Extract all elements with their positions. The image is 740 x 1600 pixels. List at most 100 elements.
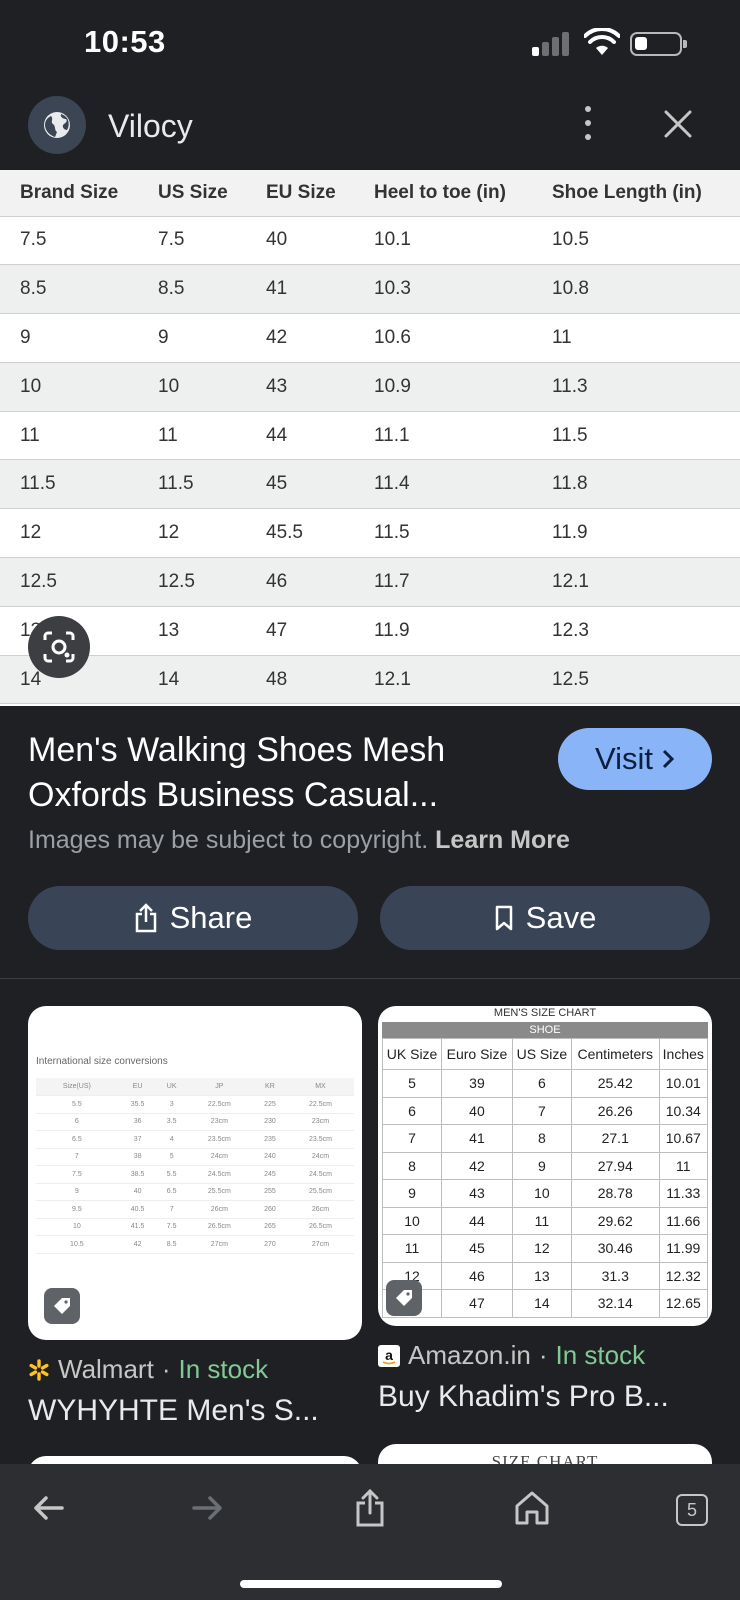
table-cell: 10	[0, 362, 138, 412]
column-header: KR	[252, 1078, 287, 1096]
table-cell: 10.1	[354, 216, 532, 266]
table-cell: 12.5	[532, 655, 740, 705]
table-row: 9 9 42 10.6 11	[0, 313, 740, 363]
table-row: 7.5 38.5 5.5 24.5cm 245 24.5cm	[36, 1165, 354, 1184]
table-cell: 10.8	[532, 264, 740, 315]
table-cell: 46	[246, 557, 354, 607]
table-cell: 9	[511, 1151, 572, 1180]
table-cell: 7	[511, 1096, 572, 1125]
walmart-logo-icon	[29, 1358, 49, 1381]
table-cell: 9	[36, 1183, 118, 1201]
table-row: 7 41 8 27.1 10.67	[381, 1124, 709, 1153]
back-arrow-icon[interactable]	[26, 1486, 70, 1530]
table-cell: 225	[252, 1095, 287, 1114]
related-result-thumbnail[interactable]: International size conversions Size(US) E…	[28, 1006, 362, 1340]
site-name: Vilocy	[108, 108, 193, 144]
table-cell: 10.5	[36, 1235, 118, 1254]
table-cell: 41.5	[117, 1218, 158, 1236]
cellular-signal-icon	[532, 32, 572, 56]
bookmark-icon	[495, 905, 512, 931]
table-cell: 48	[246, 655, 354, 705]
table-row: 10 44 11 29.62 11.66	[381, 1206, 709, 1235]
forward-arrow-icon[interactable]	[186, 1486, 230, 1530]
table-cell: 10.6	[354, 313, 532, 363]
result-source: Walmart · In stock	[28, 1354, 268, 1385]
close-icon[interactable]	[662, 108, 694, 140]
share-icon[interactable]	[348, 1486, 392, 1530]
learn-more-link[interactable]: Learn More	[435, 826, 570, 854]
globe-icon	[28, 96, 86, 154]
table-cell: 6	[36, 1113, 118, 1131]
product-tag-icon	[386, 1280, 422, 1316]
table-row: 12.5 12.5 46 11.7 12.1	[0, 557, 740, 607]
table-cell: 10.34	[658, 1096, 709, 1125]
related-result-title[interactable]: Buy Khadim's Pro B...	[378, 1380, 669, 1414]
result-title[interactable]: Men's Walking Shoes Mesh Oxfords Busines…	[28, 728, 528, 818]
table-cell: 8.5	[0, 264, 138, 315]
table-cell: 40	[441, 1096, 513, 1125]
column-header: MX	[286, 1078, 354, 1096]
divider	[0, 978, 740, 979]
related-result-thumbnail[interactable]: MEN'S SIZE CHART SHOE UK Size Euro Size US…	[378, 1006, 712, 1326]
chevron-right-icon	[662, 749, 675, 769]
table-cell: 7.5	[36, 1165, 118, 1184]
column-header: Shoe Length (in)	[532, 170, 740, 217]
home-icon[interactable]	[510, 1486, 554, 1530]
table-cell: 9.5	[36, 1200, 118, 1219]
table-cell: 31.3	[570, 1261, 660, 1290]
table-row: 6 36 3.5 23cm 230 23cm	[36, 1113, 354, 1131]
preview-image[interactable]: Brand Size US Size EU Size Heel to toe (…	[0, 170, 740, 706]
table-cell: 14	[511, 1289, 572, 1318]
table-cell: 23cm	[185, 1113, 253, 1131]
related-result-title[interactable]: WYHYHTE Men's S...	[28, 1394, 319, 1428]
table-cell: 12.3	[532, 606, 740, 656]
table-cell: 9	[138, 313, 246, 363]
table-header-row: UK Size Euro Size US Size Centimeters Inches	[381, 1038, 709, 1070]
table-cell: 8	[381, 1151, 443, 1180]
share-button[interactable]: Share	[28, 886, 358, 950]
table-cell: 25.5cm	[286, 1183, 354, 1201]
result-source: a Amazon.in · In stock	[378, 1340, 645, 1371]
table-row: 5.5 35.5 3 22.5cm 225 22.5cm	[36, 1095, 354, 1114]
table-cell: 11	[532, 313, 740, 363]
table-header-row: Size(US) EU UK JP KR MX	[36, 1078, 354, 1096]
table-cell: 3.5	[157, 1113, 186, 1131]
table-cell: 26cm	[286, 1200, 354, 1219]
table-cell: 42	[117, 1235, 158, 1254]
table-cell: 26.5cm	[286, 1218, 354, 1236]
table-cell: 10.9	[354, 362, 532, 412]
column-header: EU Size	[246, 170, 354, 217]
table-row: 9 43 10 28.78 11.33	[381, 1179, 709, 1208]
home-indicator[interactable]	[240, 1580, 502, 1588]
table-cell: 10	[381, 1206, 443, 1235]
table-cell: 23.5cm	[286, 1130, 354, 1149]
save-button[interactable]: Save	[380, 886, 710, 950]
table-cell: 9	[381, 1179, 443, 1208]
save-label: Save	[525, 900, 597, 935]
copyright-notice: Images may be subject to copyright. Lear…	[28, 826, 570, 855]
table-cell: 6.5	[157, 1183, 186, 1201]
column-header: JP	[185, 1078, 253, 1096]
table-cell: 12	[0, 508, 138, 559]
table-row: 5 39 6 25.42 10.01	[381, 1069, 709, 1098]
table-cell: 11.5	[354, 508, 532, 559]
lens-search-icon[interactable]	[28, 616, 90, 678]
visit-button[interactable]: Visit	[558, 728, 712, 790]
table-cell: 23cm	[286, 1113, 354, 1131]
more-options-icon[interactable]	[582, 106, 594, 142]
table-row: 7 38 5 24cm 240 24cm	[36, 1148, 354, 1166]
table-cell: 25.5cm	[185, 1183, 253, 1201]
table-row: 7.5 7.5 40 10.1 10.5	[0, 216, 740, 266]
table-cell: 43	[246, 362, 354, 412]
table-row: 9.5 40.5 7 26cm 260 26cm	[36, 1200, 354, 1219]
table-cell: 11	[511, 1206, 572, 1235]
result-title-line: Oxfords Business Casual...	[28, 776, 439, 814]
table-cell: 235	[252, 1130, 287, 1149]
table-cell: 11	[138, 411, 246, 461]
table-cell: 43	[441, 1179, 513, 1208]
column-header: UK	[157, 1078, 186, 1096]
svg-text:a: a	[385, 1347, 393, 1363]
table-cell: 6	[511, 1069, 572, 1098]
table-cell: 240	[252, 1148, 287, 1166]
tabs-button[interactable]: 5	[676, 1494, 708, 1526]
